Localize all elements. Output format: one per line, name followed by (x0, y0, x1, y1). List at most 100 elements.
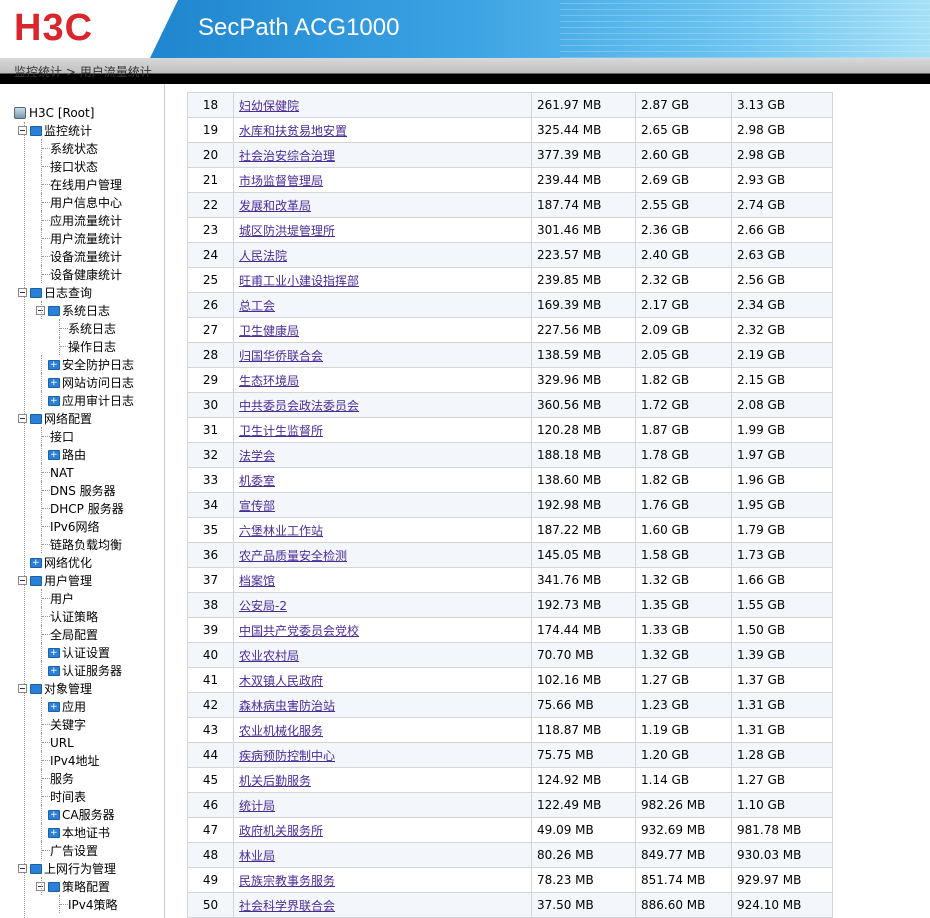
tree-root-label: H3C [Root] (29, 105, 95, 120)
user-name-link[interactable]: 档案馆 (239, 574, 275, 588)
tree-item[interactable]: 系统日志 (36, 301, 110, 319)
tree-item[interactable]: DHCP 服务器 (36, 499, 124, 517)
breadcrumb-item-user-traffic: 用户流量统计 (79, 65, 152, 79)
tree-item[interactable]: 监控统计 (18, 121, 92, 139)
tree-item[interactable]: 认证设置 (36, 643, 110, 662)
collapse-toggle-icon[interactable] (18, 684, 27, 693)
user-name-link[interactable]: 公安局-2 (239, 599, 287, 613)
tree-item[interactable]: 应用审计日志 (36, 391, 134, 410)
collapse-toggle-icon[interactable] (18, 414, 27, 423)
tree-item[interactable]: 安全防护日志 (36, 355, 134, 374)
tree-item[interactable]: IPv4策略 (54, 895, 118, 913)
tree-item[interactable]: 用户信息中心 (36, 193, 122, 211)
user-name-link[interactable]: 中共委员会政法委员会 (239, 399, 359, 413)
user-name-cell: 生态环境局 (233, 367, 532, 393)
tree-item[interactable]: 日志查询 (18, 283, 92, 301)
user-name-link[interactable]: 政府机关服务所 (239, 824, 323, 838)
main-content: 18 妇幼保健院 261.97 MB 2.87 GB 3.13 GB 19 水库和扶贫易地安… (165, 84, 930, 918)
user-name-link[interactable]: 市场监督管理局 (239, 174, 323, 188)
user-name-link[interactable]: 城区防洪堤管理所 (239, 224, 335, 238)
tree-item[interactable]: 本地证书 (36, 823, 110, 842)
upload-traffic-cell: 192.73 MB (531, 592, 636, 618)
tree-item[interactable]: 认证服务器 (36, 661, 122, 680)
tree-item[interactable]: 应用 (36, 697, 86, 716)
user-name-link[interactable]: 生态环境局 (239, 374, 299, 388)
tree-item[interactable]: 操作日志 (54, 337, 116, 355)
tree-item[interactable]: 广告设置 (36, 841, 98, 859)
total-traffic-cell: 1.28 GB (731, 742, 833, 768)
user-name-link[interactable]: 卫生健康局 (239, 324, 299, 338)
user-name-link[interactable]: 卫生计生监督所 (239, 424, 323, 438)
tree-item[interactable]: 用户流量统计 (36, 229, 122, 247)
folder-plus-icon (48, 356, 60, 374)
tree-item[interactable]: 路由 (36, 445, 86, 464)
tree-item[interactable]: 在线用户管理 (36, 175, 122, 193)
breadcrumb-item-monitor[interactable]: 监控统计 (14, 65, 62, 79)
collapse-toggle-icon[interactable] (18, 576, 27, 585)
user-name-link[interactable]: 疾病预防控制中心 (239, 749, 335, 763)
tree-item[interactable]: 设备健康统计 (36, 265, 122, 283)
user-name-link[interactable]: 旺甫工业小建设指挥部 (239, 274, 359, 288)
user-name-link[interactable]: 发展和改革局 (239, 199, 311, 213)
download-traffic-cell: 1.35 GB (635, 592, 732, 618)
tree-item[interactable]: 用户管理 (18, 571, 92, 589)
tree-item-label: 监控统计 (44, 123, 93, 138)
user-name-link[interactable]: 宣传部 (239, 499, 275, 513)
download-traffic-cell: 1.33 GB (635, 617, 732, 643)
collapse-toggle-icon[interactable] (18, 288, 27, 297)
tree-item[interactable]: 认证策略 (36, 607, 98, 625)
user-name-link[interactable]: 社会科学界联合会 (239, 899, 335, 913)
tree-item[interactable]: 接口状态 (36, 157, 98, 175)
tree-item[interactable]: 应用流量统计 (36, 211, 122, 229)
tree-item[interactable]: 系统日志 (54, 319, 116, 337)
user-name-link[interactable]: 归国华侨联合会 (239, 349, 323, 363)
tree-item[interactable]: 系统状态 (36, 139, 98, 157)
tree-item[interactable]: DNS 服务器 (36, 481, 116, 499)
user-name-cell: 统计局 (233, 792, 532, 818)
user-name-link[interactable]: 水库和扶贫易地安置 (239, 124, 347, 138)
upload-traffic-cell: 187.22 MB (531, 517, 636, 543)
user-name-cell: 城区防洪堤管理所 (233, 217, 532, 243)
collapse-toggle-icon[interactable] (18, 126, 27, 135)
tree-item[interactable]: 链路负载均衡 (36, 535, 122, 553)
tree-root[interactable]: H3C [Root] (14, 103, 94, 121)
user-name-link[interactable]: 法学会 (239, 449, 275, 463)
user-name-link[interactable]: 农产品质量安全检测 (239, 549, 347, 563)
tree-item[interactable]: 上网行为管理 (18, 859, 116, 877)
tree-item[interactable]: IPv4地址 (36, 751, 100, 769)
user-name-link[interactable]: 妇幼保健院 (239, 99, 299, 113)
user-name-link[interactable]: 总工会 (239, 299, 275, 313)
tree-item-label: 时间表 (50, 789, 87, 804)
user-name-link[interactable]: 木双镇人民政府 (239, 674, 323, 688)
user-name-link[interactable]: 社会治安综合治理 (239, 149, 335, 163)
user-name-link[interactable]: 林业局 (239, 849, 275, 863)
user-name-link[interactable]: 中国共产党委员会党校 (239, 624, 359, 638)
user-name-link[interactable]: 统计局 (239, 799, 275, 813)
user-name-link[interactable]: 六堡林业工作站 (239, 524, 323, 538)
user-name-link[interactable]: 人民法院 (239, 249, 287, 263)
tree-item[interactable]: 对象管理 (18, 679, 92, 697)
tree-item[interactable]: 关键字 (36, 715, 86, 733)
tree-item-label: 认证策略 (50, 609, 99, 624)
total-traffic-cell: 1.97 GB (731, 442, 833, 468)
tree-item[interactable]: 设备流量统计 (36, 247, 122, 265)
user-name-link[interactable]: 民族宗教事务服务 (239, 874, 335, 888)
user-name-link[interactable]: 机委室 (239, 474, 275, 488)
user-name-link[interactable]: 机关后勤服务 (239, 774, 311, 788)
tree-item[interactable]: IPv6网络 (36, 517, 100, 535)
user-name-cell: 发展和改革局 (233, 192, 532, 218)
user-name-cell: 政府机关服务所 (233, 817, 532, 843)
user-name-link[interactable]: 农业农村局 (239, 649, 299, 663)
table-row: 22 发展和改革局 187.74 MB 2.55 GB 2.74 GB (187, 192, 833, 218)
tree-item[interactable]: 网络优化 (18, 553, 92, 572)
tree-item[interactable]: CA服务器 (36, 805, 115, 824)
user-name-link[interactable]: 森林病虫害防治站 (239, 699, 335, 713)
user-name-link[interactable]: 农业机械化服务 (239, 724, 323, 738)
tree-item[interactable]: 全局配置 (36, 625, 98, 643)
tree-item[interactable]: 网络配置 (18, 409, 92, 427)
collapse-toggle-icon[interactable] (18, 864, 27, 873)
row-index: 39 (187, 617, 234, 643)
tree-item[interactable]: 网站访问日志 (36, 373, 134, 392)
tree-item[interactable]: 策略配置 (36, 877, 110, 895)
tree-item[interactable]: 时间表 (36, 787, 86, 805)
